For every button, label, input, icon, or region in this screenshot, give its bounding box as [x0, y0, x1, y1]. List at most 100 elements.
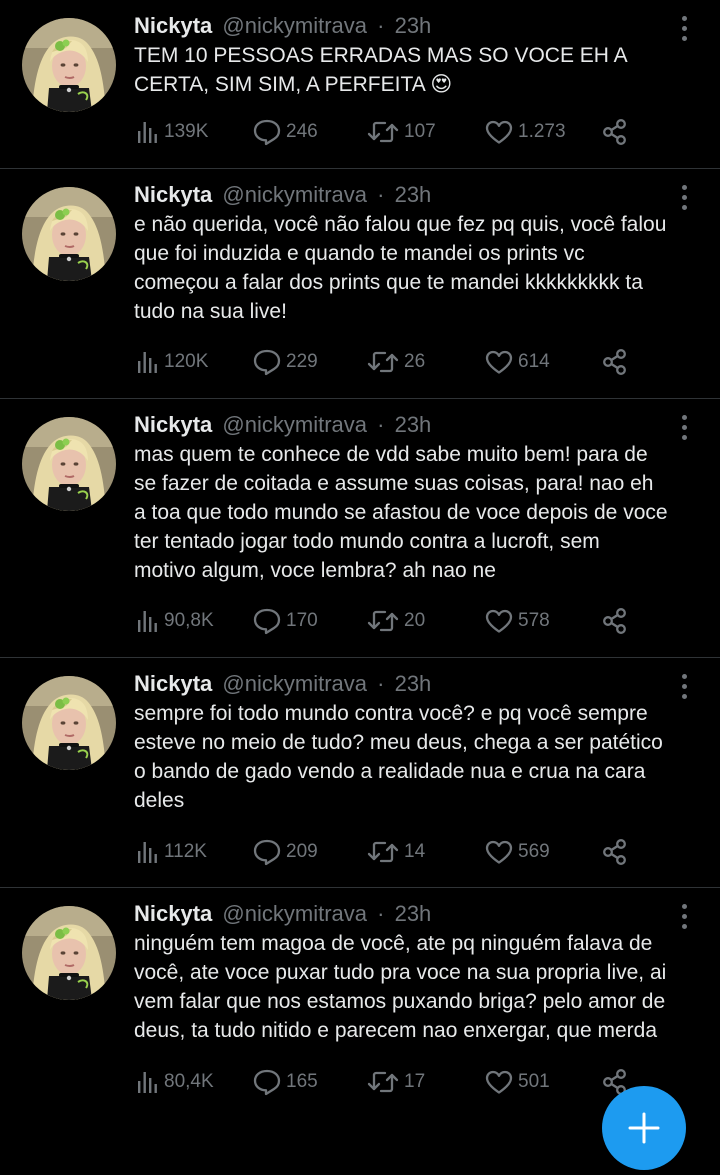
retweet-count: 14: [404, 841, 426, 862]
author-name[interactable]: Nickyta: [134, 13, 212, 38]
timestamp[interactable]: 23h: [395, 182, 432, 207]
views-icon: [134, 839, 164, 865]
share-icon: [600, 118, 634, 146]
retweet-button[interactable]: 17: [366, 1067, 425, 1097]
tweet-header: Nickyta @nickymitrava · 23h: [134, 180, 431, 210]
like-button[interactable]: 1.273: [484, 117, 566, 147]
retweet-button[interactable]: 107: [366, 117, 436, 147]
views-icon: [134, 608, 164, 634]
reply-icon: [252, 838, 286, 866]
action-bar: 90,8K 170 20 578: [134, 606, 694, 636]
action-bar: 120K 229 26 614: [134, 347, 694, 377]
like-button[interactable]: 569: [484, 837, 550, 867]
avatar[interactable]: [22, 676, 116, 770]
author-name[interactable]: Nickyta: [134, 671, 212, 696]
reply-count: 229: [286, 351, 318, 372]
avatar[interactable]: [22, 906, 116, 1000]
share-icon: [600, 607, 634, 635]
author-handle[interactable]: @nickymitrava: [222, 13, 367, 38]
action-bar: 139K 246 107 1.273: [134, 117, 694, 147]
views-count: 80,4K: [164, 1071, 214, 1092]
like-button[interactable]: 578: [484, 606, 550, 636]
like-count: 1.273: [518, 121, 566, 142]
reply-button[interactable]: 209: [252, 837, 318, 867]
author-name[interactable]: Nickyta: [134, 412, 212, 437]
reply-count: 165: [286, 1071, 318, 1092]
views-button[interactable]: 112K: [134, 837, 207, 867]
reply-count: 246: [286, 121, 318, 142]
like-button[interactable]: 501: [484, 1067, 550, 1097]
more-icon[interactable]: [674, 413, 696, 443]
views-button[interactable]: 90,8K: [134, 606, 214, 636]
reply-count: 170: [286, 610, 318, 631]
separator: ·: [377, 901, 385, 926]
like-count: 614: [518, 351, 550, 372]
retweet-icon: [366, 839, 404, 865]
tweet-header: Nickyta @nickymitrava · 23h: [134, 11, 431, 41]
compose-button[interactable]: [602, 1086, 686, 1170]
views-button[interactable]: 139K: [134, 117, 208, 147]
tweet[interactable]: Nickyta @nickymitrava · 23h ninguém tem …: [0, 888, 720, 1111]
avatar[interactable]: [22, 187, 116, 281]
reply-icon: [252, 1068, 286, 1096]
more-icon[interactable]: [674, 672, 696, 702]
share-button[interactable]: [600, 837, 634, 867]
tweet-text: e não querida, você não falou que fez pq…: [134, 213, 667, 323]
reply-button[interactable]: 170: [252, 606, 318, 636]
timestamp[interactable]: 23h: [395, 901, 432, 926]
reply-button[interactable]: 229: [252, 347, 318, 377]
action-bar: 112K 209 14 569: [134, 837, 694, 867]
author-handle[interactable]: @nickymitrava: [222, 412, 367, 437]
more-icon[interactable]: [674, 14, 696, 44]
author-handle[interactable]: @nickymitrava: [222, 182, 367, 207]
timestamp[interactable]: 23h: [395, 412, 432, 437]
separator: ·: [377, 671, 385, 696]
views-button[interactable]: 80,4K: [134, 1067, 214, 1097]
like-count: 501: [518, 1071, 550, 1092]
tweet[interactable]: Nickyta @nickymitrava · 23h TEM 10 PESSO…: [0, 0, 720, 169]
timestamp[interactable]: 23h: [395, 671, 432, 696]
author-name[interactable]: Nickyta: [134, 182, 212, 207]
compose-icon: [602, 1112, 686, 1174]
more-icon[interactable]: [674, 902, 696, 932]
share-icon: [600, 838, 634, 866]
retweet-count: 20: [404, 610, 426, 631]
author-handle[interactable]: @nickymitrava: [222, 671, 367, 696]
heart-icon: [484, 1069, 518, 1095]
tweet-text: mas quem te conhece de vdd sabe muito be…: [134, 443, 668, 582]
heart-icon: [484, 119, 518, 145]
like-button[interactable]: 614: [484, 347, 550, 377]
tweet[interactable]: Nickyta @nickymitrava · 23h mas quem te …: [0, 399, 720, 658]
share-icon: [600, 348, 634, 376]
author-name[interactable]: Nickyta: [134, 901, 212, 926]
retweet-button[interactable]: 20: [366, 606, 425, 636]
timestamp[interactable]: 23h: [395, 13, 432, 38]
retweet-icon: [366, 608, 404, 634]
views-button[interactable]: 120K: [134, 347, 208, 377]
reply-count: 209: [286, 841, 318, 862]
tweet-header: Nickyta @nickymitrava · 23h: [134, 669, 431, 699]
retweet-icon: [366, 349, 404, 375]
separator: ·: [377, 13, 385, 38]
tweet[interactable]: Nickyta @nickymitrava · 23h sempre foi t…: [0, 658, 720, 888]
tweet-text: sempre foi todo mundo contra você? e pq …: [134, 702, 663, 812]
like-count: 578: [518, 610, 550, 631]
retweet-button[interactable]: 26: [366, 347, 425, 377]
avatar[interactable]: [22, 18, 116, 112]
more-icon[interactable]: [674, 183, 696, 213]
author-handle[interactable]: @nickymitrava: [222, 901, 367, 926]
retweet-count: 17: [404, 1071, 426, 1092]
views-icon: [134, 119, 164, 145]
avatar[interactable]: [22, 417, 116, 511]
tweet[interactable]: Nickyta @nickymitrava · 23h e não querid…: [0, 169, 720, 399]
retweet-icon: [366, 119, 404, 145]
reply-button[interactable]: 165: [252, 1067, 318, 1097]
retweet-button[interactable]: 14: [366, 837, 425, 867]
views-count: 112K: [164, 841, 207, 862]
reply-icon: [252, 607, 286, 635]
reply-button[interactable]: 246: [252, 117, 318, 147]
retweet-icon: [366, 1069, 404, 1095]
share-button[interactable]: [600, 606, 634, 636]
share-button[interactable]: [600, 347, 634, 377]
share-button[interactable]: [600, 117, 634, 147]
